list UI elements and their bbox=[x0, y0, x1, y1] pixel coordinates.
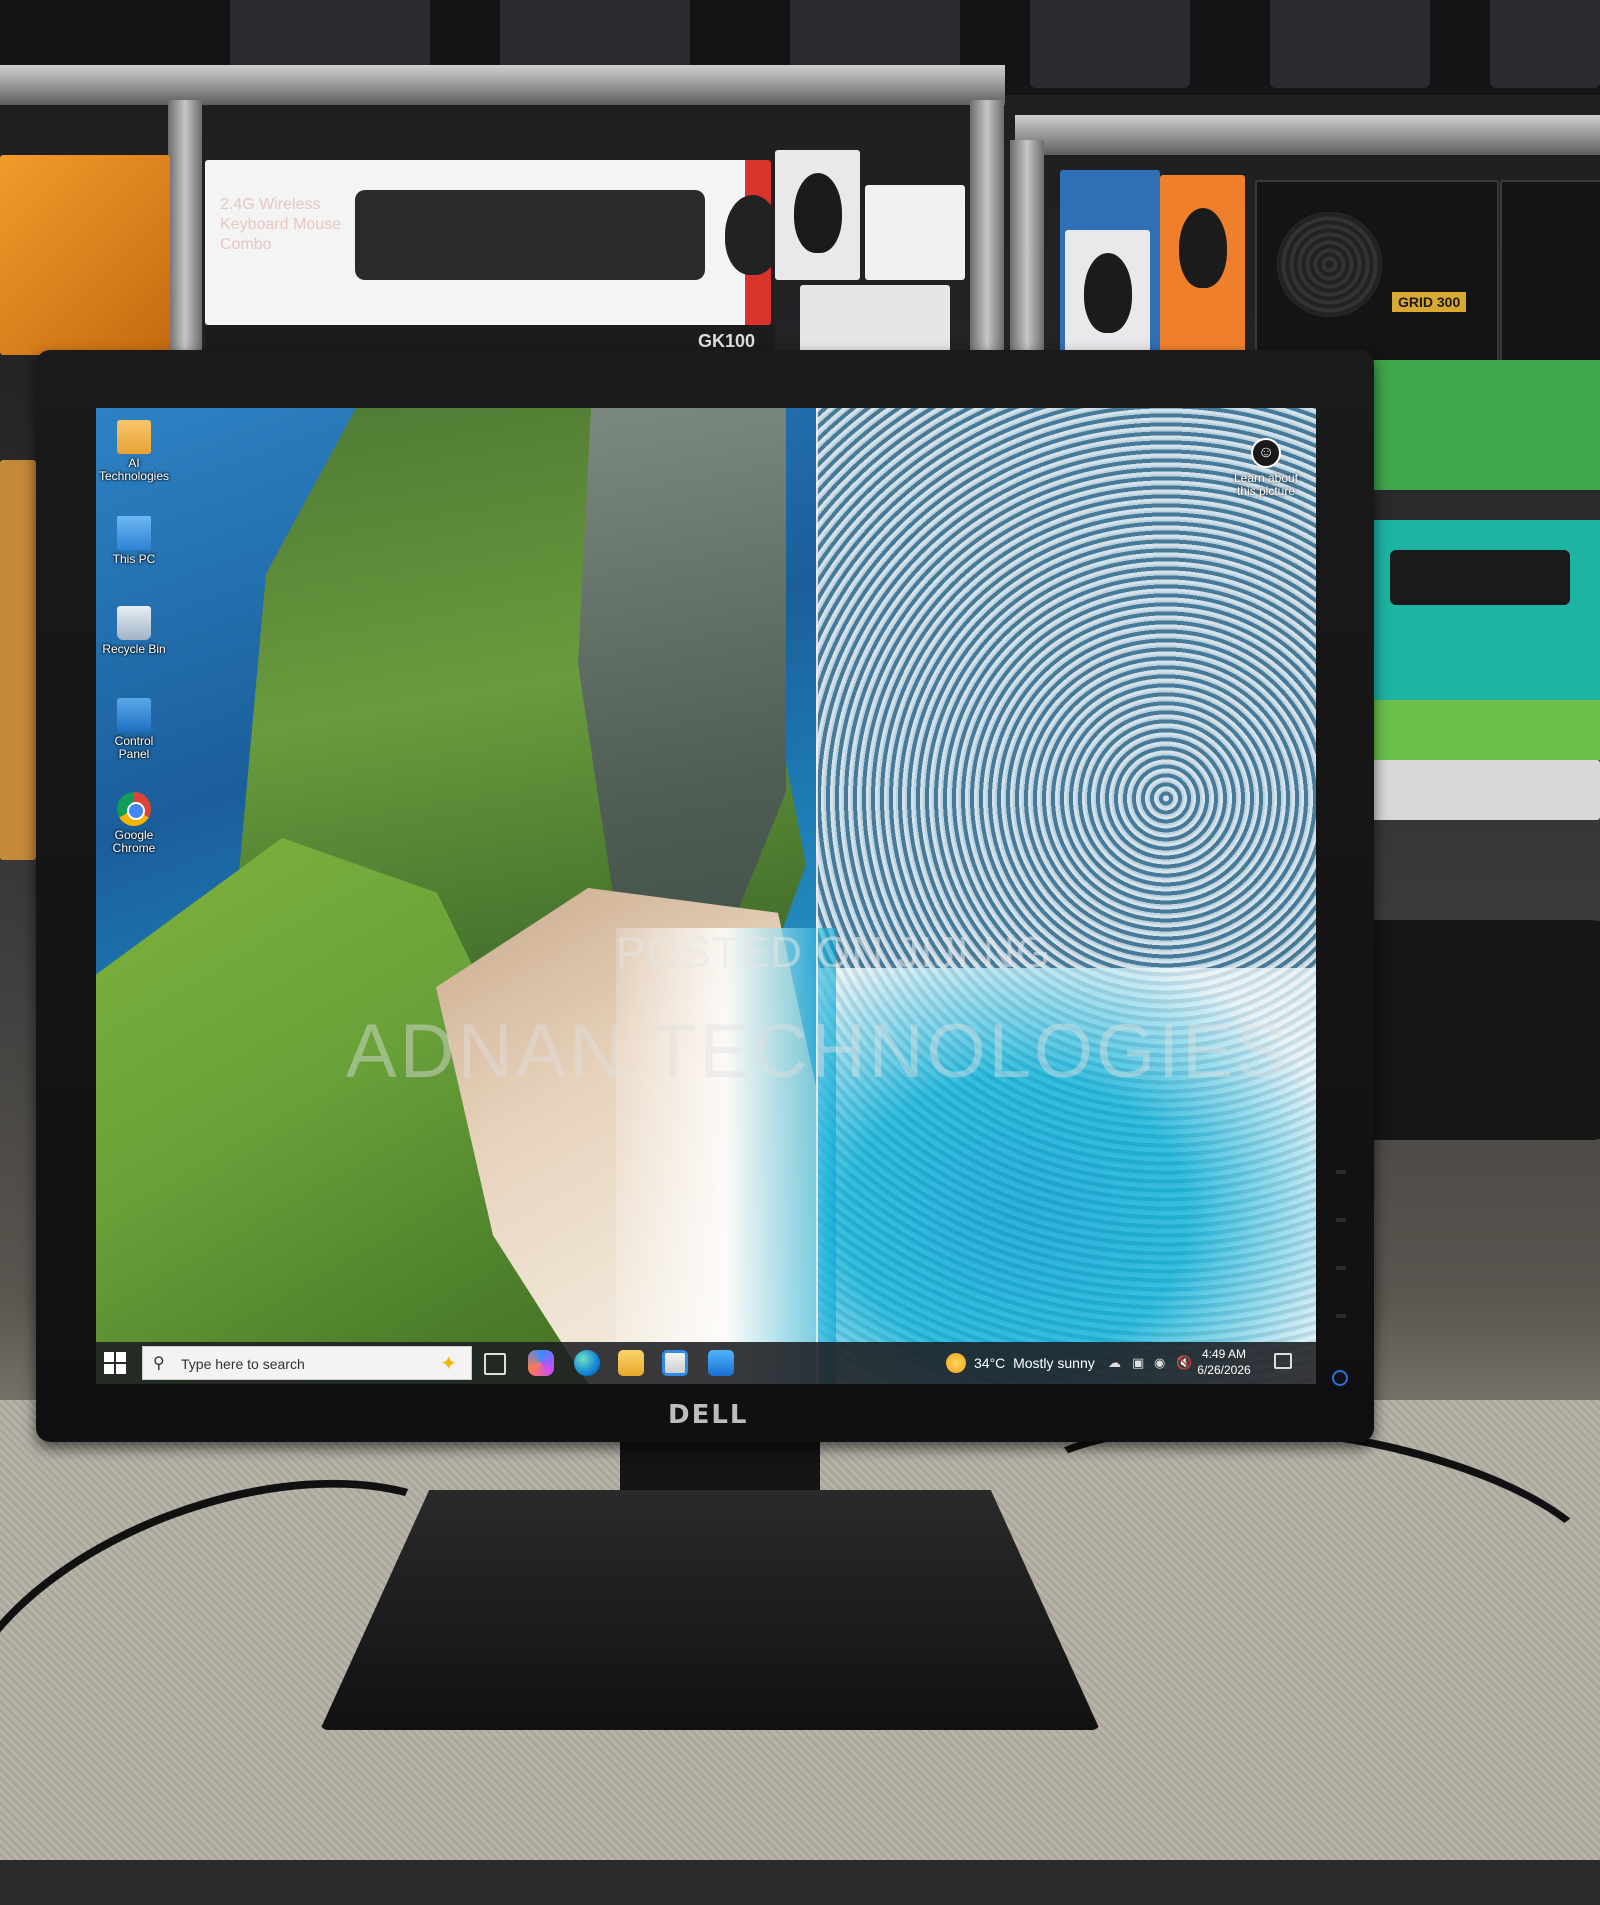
mouse-image bbox=[793, 173, 842, 254]
pc-case-top bbox=[1030, 0, 1190, 88]
mail-icon[interactable] bbox=[708, 1350, 734, 1376]
desktop-icon-label: This PC bbox=[112, 552, 156, 566]
sun-icon[interactable] bbox=[946, 1353, 966, 1373]
orange-product-box bbox=[0, 155, 170, 355]
carton-box bbox=[0, 460, 36, 860]
learn-about-label: Learn about this picture bbox=[1233, 471, 1299, 498]
desktop-icon-label: Recycle Bin bbox=[102, 642, 166, 656]
pc-case-top bbox=[1270, 0, 1430, 88]
pc-case-top bbox=[1490, 0, 1600, 88]
product-box bbox=[865, 185, 965, 280]
watermark-seller: ADNAN TECHNOLOGIES bbox=[346, 1009, 1290, 1094]
keyboard-box-teal bbox=[1370, 520, 1600, 700]
screen-line-defect bbox=[816, 408, 818, 1384]
globe-icon[interactable]: ◉ bbox=[1154, 1355, 1165, 1371]
notification-icon[interactable] bbox=[1274, 1353, 1292, 1369]
weather-desc: Mostly sunny bbox=[1013, 1355, 1095, 1371]
monitor-base bbox=[320, 1490, 1100, 1730]
psu-label: GRID 300 bbox=[1392, 292, 1467, 312]
desktop-icon-label: Control Panel bbox=[114, 734, 154, 761]
psu-box: GRID 300 bbox=[1255, 180, 1499, 364]
product-box bbox=[800, 285, 950, 360]
shelf-post bbox=[970, 100, 1004, 360]
watermark-posted: POSTED ON JIJI.NG bbox=[616, 928, 1052, 977]
clock-date: 6/26/2026 bbox=[1197, 1363, 1251, 1377]
learn-about-picture[interactable]: ☺ Learn about this picture bbox=[1226, 438, 1306, 498]
keyboard-image bbox=[1390, 550, 1570, 605]
control-panel-icon bbox=[117, 698, 151, 732]
monitor-button[interactable] bbox=[1336, 1170, 1346, 1174]
power-icon[interactable] bbox=[1332, 1370, 1348, 1386]
keyboard-image bbox=[355, 190, 705, 280]
weather-temp: 34°C bbox=[974, 1355, 1006, 1371]
mouse-image bbox=[1178, 208, 1227, 289]
desktop-icon-google-chrome[interactable]: Google Chrome bbox=[98, 792, 170, 855]
mouse-image bbox=[725, 195, 780, 275]
sparkle-icon: ✦ bbox=[440, 1353, 457, 1375]
chrome-icon bbox=[117, 792, 151, 826]
keyboard-box: 2.4G Wireless Keyboard Mouse Combo bbox=[205, 160, 780, 325]
product-box bbox=[1370, 760, 1600, 820]
search-placeholder: Type here to search bbox=[181, 1356, 305, 1372]
file-explorer-icon[interactable] bbox=[618, 1350, 644, 1376]
monitor-button[interactable] bbox=[1336, 1314, 1346, 1318]
weather-widget[interactable]: 34°C Mostly sunny bbox=[974, 1355, 1095, 1371]
mouse-image bbox=[1083, 253, 1132, 334]
recycle-bin-icon bbox=[117, 606, 151, 640]
cloud-icon[interactable]: ☁ bbox=[1108, 1355, 1121, 1371]
computer-icon bbox=[117, 516, 151, 550]
monitor-button[interactable] bbox=[1336, 1266, 1346, 1270]
keyboard-model: GK100 bbox=[697, 331, 755, 351]
taskbar-search-box[interactable]: ⚲ Type here to search ✦ bbox=[142, 1346, 472, 1380]
edge-icon[interactable] bbox=[574, 1350, 600, 1376]
copilot-icon[interactable] bbox=[528, 1350, 554, 1376]
store-icon[interactable] bbox=[662, 1350, 688, 1376]
keyboard-box-text: 2.4G Wireless Keyboard Mouse Combo bbox=[220, 196, 341, 253]
psu-box bbox=[1500, 180, 1600, 364]
monitor-button[interactable] bbox=[1336, 1218, 1346, 1222]
desktop-icon-ai-technologies[interactable]: AI Technologies bbox=[98, 420, 170, 483]
shelf-post bbox=[168, 100, 202, 360]
green-box bbox=[1360, 360, 1600, 490]
taskbar: ⚲ Type here to search ✦ 34°C Mostly sunn… bbox=[96, 1342, 1316, 1384]
desktop-icon-label: Google Chrome bbox=[112, 828, 156, 855]
volume-muted-icon[interactable]: 🔇 bbox=[1176, 1355, 1192, 1371]
mouse-box bbox=[1160, 175, 1245, 360]
shelf-bar bbox=[1015, 115, 1600, 155]
wallpaper-foam bbox=[616, 928, 836, 1384]
folder-user-icon bbox=[117, 420, 151, 454]
task-view-icon[interactable] bbox=[484, 1353, 506, 1375]
mouse-box bbox=[1065, 230, 1150, 360]
camera-icon: ☺ bbox=[1251, 438, 1281, 468]
desktop-screen: AI Technologies This PC Recycle Bin Cont… bbox=[96, 408, 1316, 1384]
windows-start-icon[interactable] bbox=[104, 1352, 126, 1374]
taskbar-clock[interactable]: 4:49 AM 6/26/2026 bbox=[1196, 1346, 1252, 1378]
shelf-post bbox=[1010, 140, 1044, 360]
mouse-box bbox=[775, 150, 860, 280]
shelf-bar bbox=[0, 65, 1005, 105]
search-icon: ⚲ bbox=[153, 1355, 165, 1372]
desktop-icon-label: AI Technologies bbox=[98, 456, 170, 483]
network-icon[interactable]: ▣ bbox=[1132, 1355, 1144, 1371]
desktop-icon-this-pc[interactable]: This PC bbox=[98, 516, 170, 566]
green-box bbox=[1370, 700, 1600, 760]
desktop-icon-recycle-bin[interactable]: Recycle Bin bbox=[98, 606, 170, 656]
monitor-brand-logo: DELL bbox=[668, 1400, 749, 1430]
clock-time: 4:49 AM bbox=[1201, 1347, 1247, 1361]
desktop-icon-control-panel[interactable]: Control Panel bbox=[98, 698, 170, 761]
fan-image bbox=[1277, 212, 1382, 317]
